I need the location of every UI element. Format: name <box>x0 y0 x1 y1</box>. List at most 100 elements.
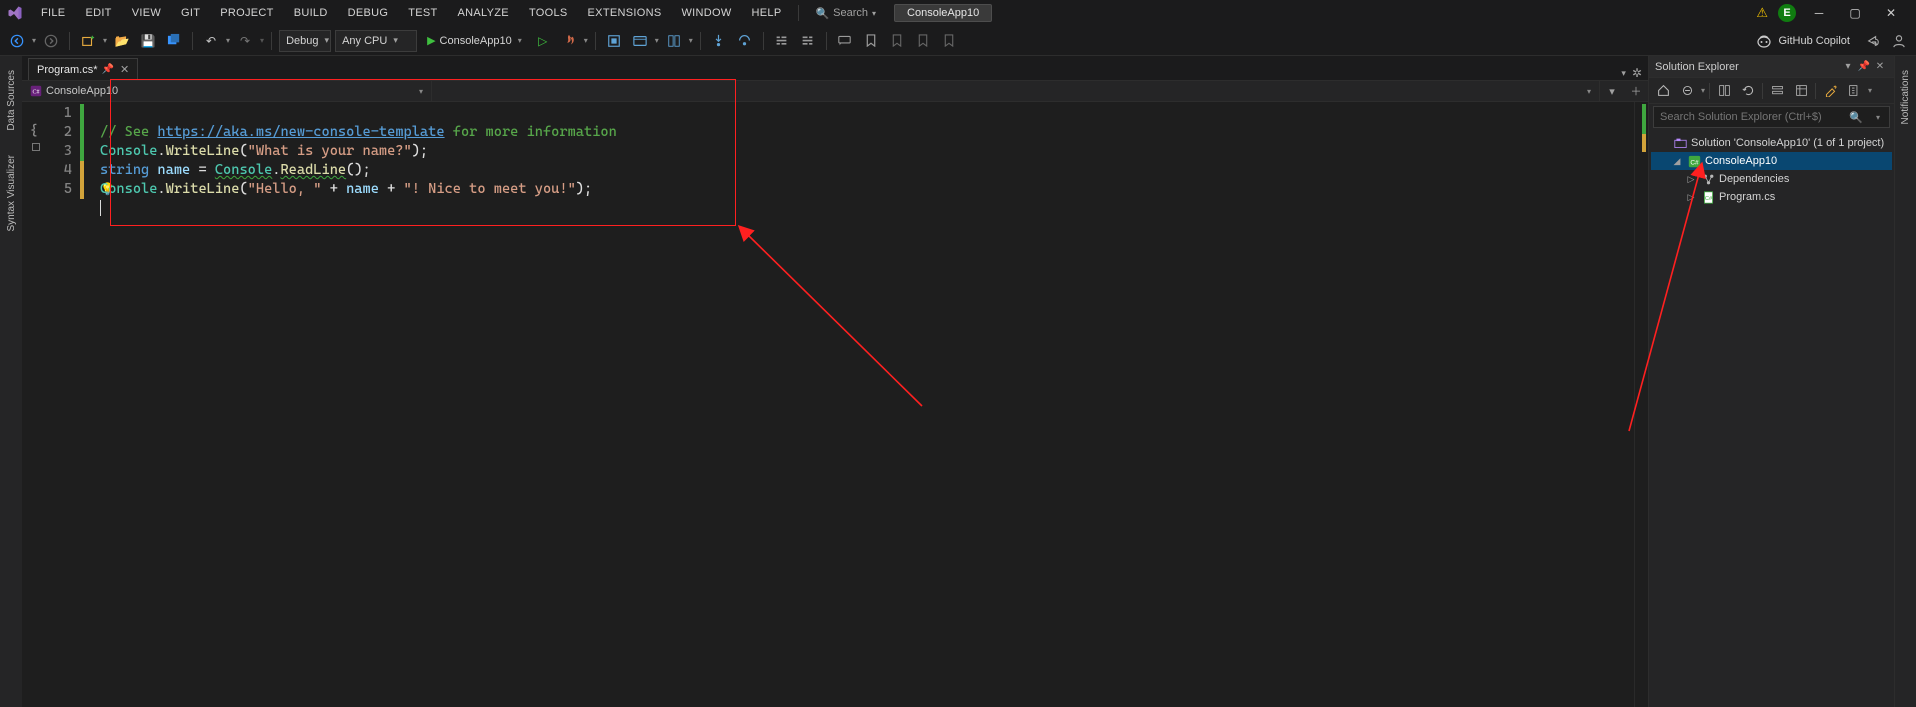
nav-forward-button[interactable] <box>40 30 62 52</box>
copilot-label: GitHub Copilot <box>1778 35 1850 47</box>
svg-text:C#: C# <box>32 90 39 96</box>
open-file-button[interactable]: 📂 <box>111 30 133 52</box>
platform-label: Any CPU <box>342 35 387 47</box>
overview-ruler[interactable] <box>1634 102 1648 707</box>
menu-build[interactable]: BUILD <box>285 4 337 22</box>
se-switch-views-icon[interactable] <box>1677 81 1697 101</box>
se-sync-icon[interactable] <box>1714 81 1734 101</box>
hot-reload-button[interactable] <box>558 30 580 52</box>
solution-explorer-search[interactable]: 🔍 ▾ <box>1653 106 1890 128</box>
save-all-button[interactable] <box>163 30 185 52</box>
new-item-button[interactable] <box>77 30 99 52</box>
bookmark-button[interactable] <box>860 30 882 52</box>
redo-button[interactable]: ↷ <box>234 30 256 52</box>
menu-extensions[interactable]: EXTENSIONS <box>579 4 671 22</box>
menu-debug[interactable]: DEBUG <box>339 4 398 22</box>
bookmark-next-button[interactable] <box>912 30 934 52</box>
nav-split-button[interactable]: ▾ <box>1600 81 1624 101</box>
se-showall-icon[interactable] <box>1791 81 1811 101</box>
left-tab-syntax-visualizer[interactable]: Syntax Visualizer <box>4 149 19 238</box>
tree-dependencies-node[interactable]: ▷ Dependencies <box>1651 170 1892 188</box>
maximize-button[interactable]: ▢ <box>1842 3 1868 23</box>
menu-project[interactable]: PROJECT <box>211 4 282 22</box>
panel-pin-icon[interactable]: 📌 <box>1856 59 1872 75</box>
toolbar-btn-c[interactable] <box>663 30 685 52</box>
start-without-debug-button[interactable]: ▷ <box>532 30 554 52</box>
menu-git[interactable]: GIT <box>172 4 209 22</box>
tree-project-label: ConsoleApp10 <box>1705 155 1777 167</box>
csharp-file-icon: C# <box>1701 190 1715 204</box>
se-home-icon[interactable] <box>1653 81 1673 101</box>
panel-close-icon[interactable]: ✕ <box>1872 59 1888 75</box>
tree-program-node[interactable]: ▷ C# Program.cs <box>1651 188 1892 206</box>
config-dropdown[interactable]: Debug▾ <box>279 30 331 52</box>
panel-dropdown-icon[interactable]: ▾ <box>1840 59 1856 75</box>
user-avatar[interactable]: E <box>1778 4 1796 22</box>
expander-icon[interactable]: ▷ <box>1685 174 1697 185</box>
search-icon[interactable]: 🔍 <box>1845 111 1867 124</box>
close-window-button[interactable]: ✕ <box>1878 3 1904 23</box>
menu-window[interactable]: WINDOW <box>672 4 740 22</box>
menu-edit[interactable]: EDIT <box>76 4 120 22</box>
search-chevron-icon[interactable]: ▾ <box>1867 113 1889 122</box>
menu-help[interactable]: HELP <box>743 4 791 22</box>
solution-tree[interactable]: Solution 'ConsoleApp10' (1 of 1 project)… <box>1649 130 1894 707</box>
step-over-button[interactable] <box>734 30 756 52</box>
file-tab-label: Program.cs* <box>37 64 98 76</box>
minimize-button[interactable]: ─ <box>1806 3 1832 23</box>
active-files-dropdown[interactable]: ▾ <box>1621 68 1626 79</box>
code-editor[interactable]: { 1 2 3 4 5 💡 // See https://aka.ms/new-… <box>22 102 1648 707</box>
expander-icon[interactable]: ▷ <box>1685 192 1697 203</box>
nav-project-label: ConsoleApp10 <box>46 85 118 97</box>
code-content[interactable]: // See https://aka.ms/new-console-templa… <box>86 102 1634 707</box>
search-label: Search <box>833 7 868 19</box>
solution-explorer-panel: Solution Explorer ▾ 📌 ✕ ▾ <box>1648 56 1894 707</box>
nav-project-dropdown[interactable]: C# ConsoleApp10 ▾ <box>22 81 432 101</box>
toolbar-btn-b[interactable] <box>629 30 651 52</box>
bookmark-clear-button[interactable] <box>938 30 960 52</box>
outline-margin: { <box>22 102 42 707</box>
warning-icon[interactable]: ⚠ <box>1756 5 1768 21</box>
menu-analyze[interactable]: ANALYZE <box>449 4 518 22</box>
comment-button[interactable] <box>834 30 856 52</box>
github-copilot-button[interactable]: GitHub Copilot <box>1748 33 1858 49</box>
tab-settings-icon[interactable]: ✲ <box>1632 66 1642 80</box>
solution-explorer-header[interactable]: Solution Explorer ▾ 📌 ✕ <box>1649 56 1894 78</box>
nav-add-button[interactable]: ＋ <box>1624 81 1648 101</box>
indent-less-button[interactable] <box>771 30 793 52</box>
indent-more-button[interactable] <box>797 30 819 52</box>
se-collapse-icon[interactable] <box>1767 81 1787 101</box>
step-into-button[interactable] <box>708 30 730 52</box>
se-properties-icon[interactable] <box>1820 81 1840 101</box>
toolbar-btn-a[interactable] <box>603 30 625 52</box>
chevron-down-icon: ▾ <box>872 9 876 18</box>
menu-tools[interactable]: TOOLS <box>520 4 577 22</box>
se-preview-icon[interactable] <box>1844 81 1864 101</box>
menu-view[interactable]: VIEW <box>123 4 170 22</box>
tree-solution-node[interactable]: Solution 'ConsoleApp10' (1 of 1 project) <box>1651 134 1892 152</box>
solution-explorer-search-input[interactable] <box>1654 111 1845 123</box>
save-button[interactable]: 💾 <box>137 30 159 52</box>
editor-column: Program.cs* 📌 ✕ ▾ ✲ C# ConsoleApp10 ▾ ▾ <box>22 56 1648 707</box>
start-debug-button[interactable]: ▶ ConsoleApp10 ▾ <box>421 30 528 52</box>
se-refresh-icon[interactable] <box>1738 81 1758 101</box>
file-tab-program[interactable]: Program.cs* 📌 ✕ <box>28 58 138 80</box>
menu-file[interactable]: FILE <box>32 4 74 22</box>
global-search[interactable]: 🔍 Search ▾ <box>807 5 884 22</box>
menu-test[interactable]: TEST <box>399 4 446 22</box>
undo-button[interactable]: ↶ <box>200 30 222 52</box>
account-button[interactable] <box>1888 30 1910 52</box>
nav-member-dropdown[interactable]: ▾ <box>432 81 1600 101</box>
expander-icon[interactable]: ◢ <box>1671 156 1683 167</box>
pin-icon[interactable]: 📌 <box>102 64 114 75</box>
bookmark-prev-button[interactable] <box>886 30 908 52</box>
tree-project-node[interactable]: ◢ C# ConsoleApp10 <box>1651 152 1892 170</box>
share-button[interactable] <box>1862 30 1884 52</box>
copilot-icon <box>1756 33 1772 49</box>
close-tab-icon[interactable]: ✕ <box>120 63 129 76</box>
nav-back-button[interactable] <box>6 30 28 52</box>
platform-dropdown[interactable]: Any CPU▾ <box>335 30 417 52</box>
right-tab-notifications[interactable]: Notifications <box>1898 64 1913 130</box>
solution-title-chip[interactable]: ConsoleApp10 <box>894 4 992 22</box>
left-tab-data-sources[interactable]: Data Sources <box>4 64 19 137</box>
